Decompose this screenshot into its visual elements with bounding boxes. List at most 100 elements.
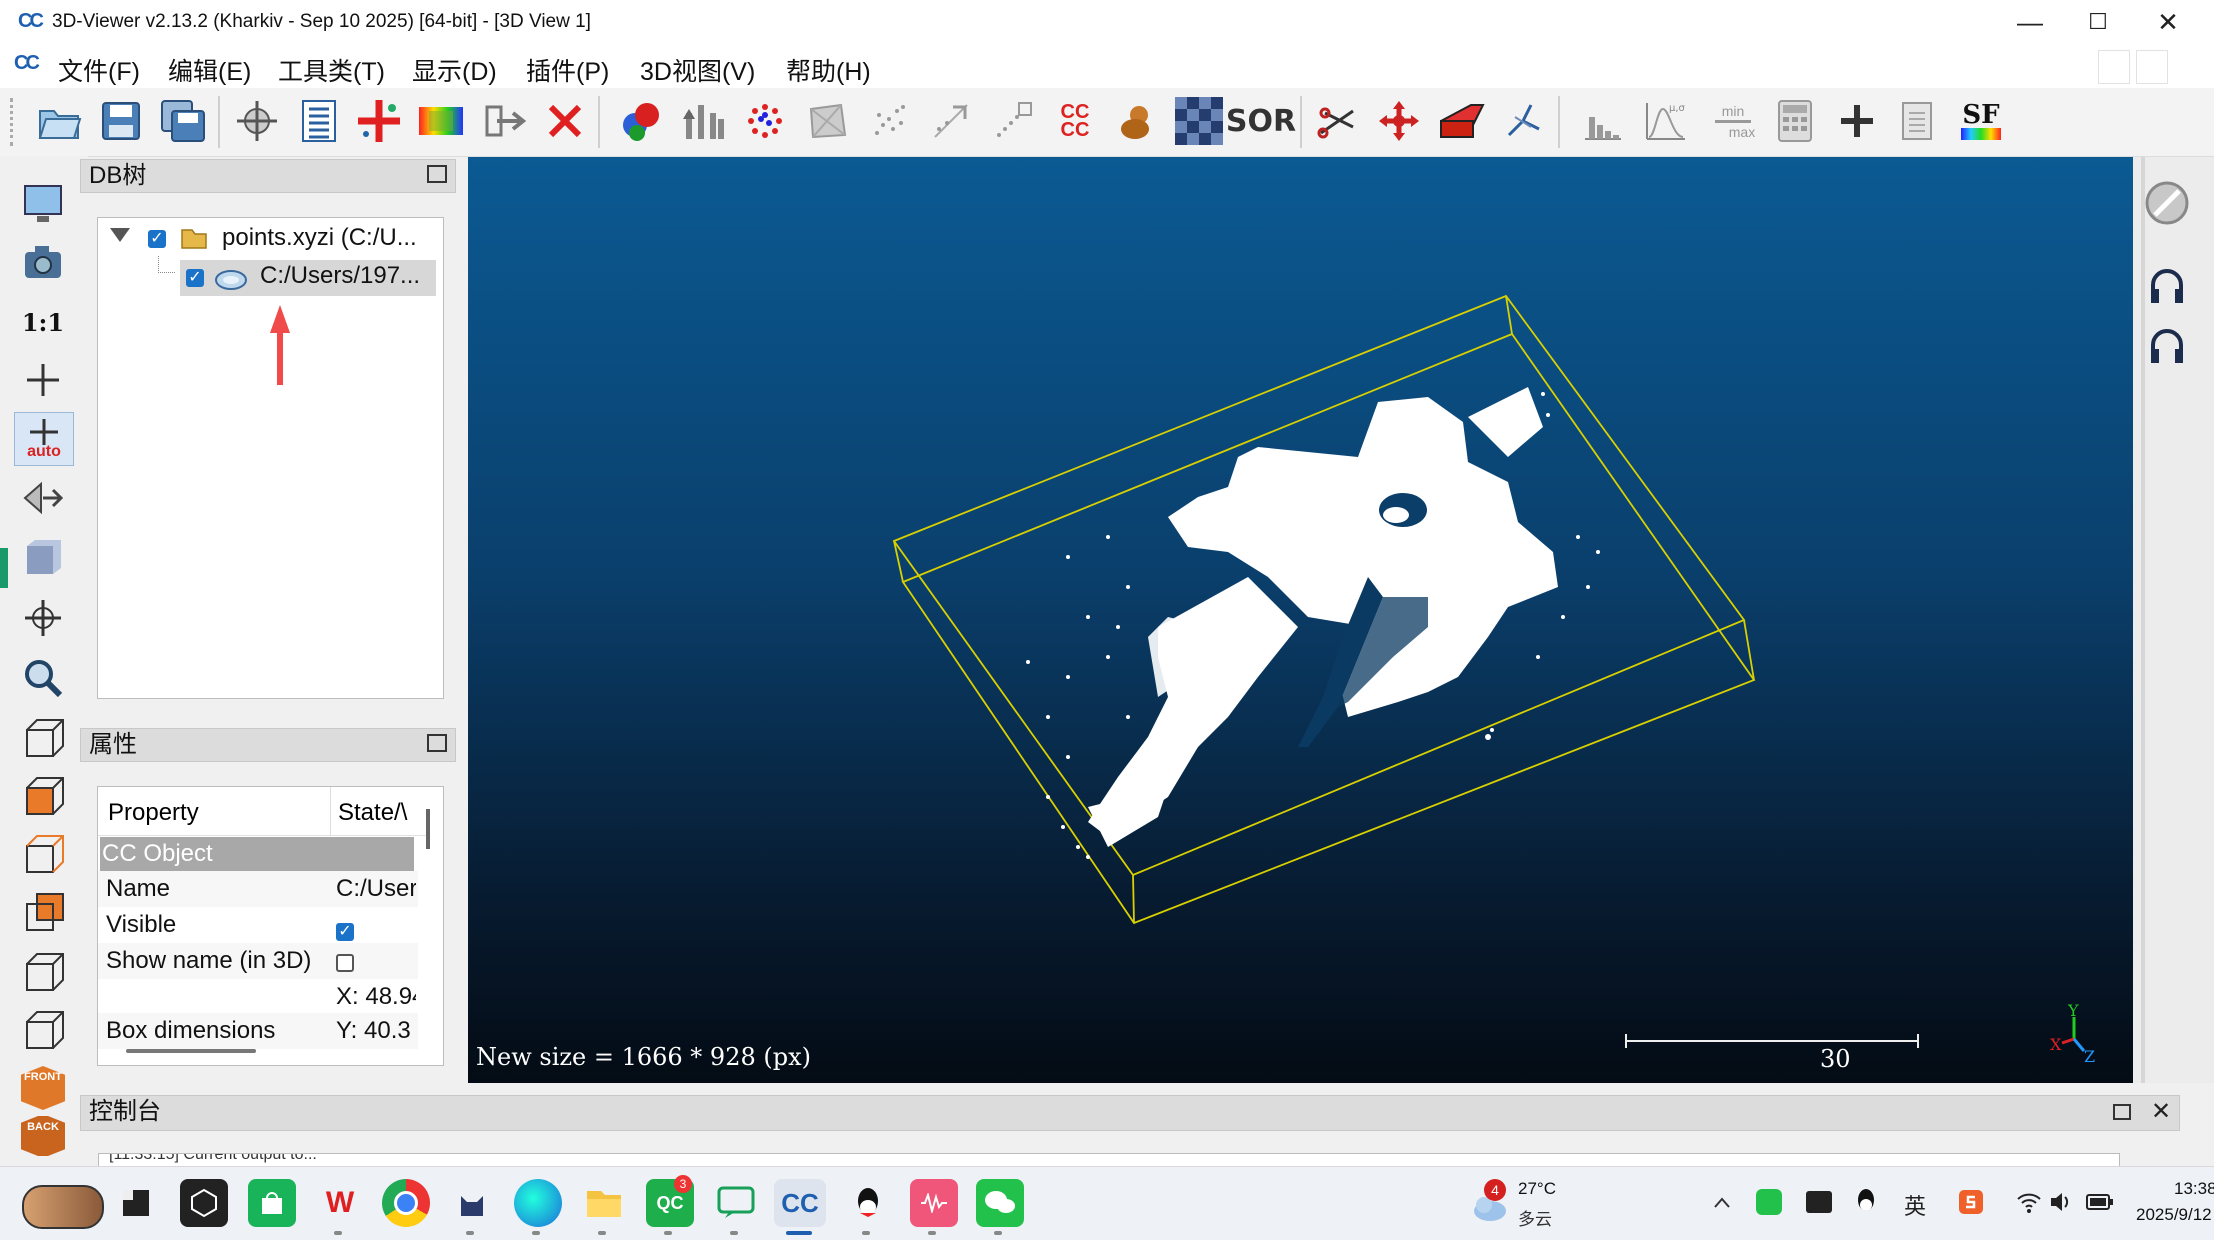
scissors-icon[interactable]	[1310, 94, 1364, 148]
menu-file[interactable]: 文件(F)	[58, 52, 140, 88]
volume-icon[interactable]	[2048, 1189, 2074, 1215]
menu-help[interactable]: 帮助(H)	[786, 52, 871, 88]
camera-icon[interactable]	[14, 236, 72, 288]
property-row-name[interactable]: Name C:/User	[98, 871, 418, 907]
tray-app-icon[interactable]	[1806, 1191, 1832, 1213]
zoom-icon[interactable]	[14, 652, 72, 704]
calculator-icon[interactable]	[1768, 94, 1822, 148]
auto-pivot-button[interactable]: auto	[14, 412, 74, 466]
pick-rotation-center-icon[interactable]	[230, 94, 284, 148]
save-icon[interactable]	[94, 94, 148, 148]
qq-icon[interactable]	[844, 1179, 892, 1227]
disable-icon[interactable]	[2143, 179, 2191, 227]
battery-icon[interactable]	[2086, 1193, 2114, 1211]
sample-points-icon[interactable]	[738, 94, 792, 148]
wechat-icon[interactable]	[976, 1179, 1024, 1227]
display-icon[interactable]	[14, 178, 72, 230]
toolbar-grip[interactable]	[10, 98, 17, 146]
front-view-button[interactable]: FRONT	[14, 1062, 72, 1114]
save-all-icon[interactable]	[156, 94, 210, 148]
audio-app-icon[interactable]	[910, 1179, 958, 1227]
point-cloud-render[interactable]	[468, 157, 2133, 1083]
minimize-button[interactable]: —	[2000, 6, 2060, 38]
clock-time[interactable]: 13:38	[2174, 1179, 2214, 1199]
cat-app-icon[interactable]	[448, 1179, 496, 1227]
plane-icon[interactable]	[1434, 94, 1488, 148]
checkerboard-icon[interactable]	[1172, 94, 1226, 148]
segment-exit-icon[interactable]	[478, 94, 532, 148]
sf-color-scale-icon[interactable]: SF	[1954, 94, 2008, 148]
edge-icon[interactable]	[514, 1179, 562, 1227]
menu-restore-button[interactable]	[2098, 50, 2130, 84]
sor-filter-icon[interactable]: SOR	[1226, 94, 1296, 148]
menu-tools[interactable]: 工具类(T)	[278, 52, 385, 88]
statue-icon[interactable]	[1110, 94, 1164, 148]
chrome-icon[interactable]	[382, 1179, 430, 1227]
tray-qq-icon[interactable]	[1854, 1187, 1878, 1217]
dbtree-float-button[interactable]	[427, 165, 447, 183]
menu-edit[interactable]: 编辑(E)	[168, 52, 251, 88]
translate-cross-icon[interactable]	[352, 94, 406, 148]
rgb-color-icon[interactable]	[414, 94, 468, 148]
ccc-compare-icon[interactable]: CC CC	[1048, 94, 1102, 148]
tree-root-label[interactable]: points.xyzi (C:/U...	[222, 224, 417, 252]
clipboard-icon[interactable]	[1890, 94, 1944, 148]
properties-vscrollbar[interactable]	[426, 809, 430, 849]
headphones-icon[interactable]	[2147, 267, 2187, 307]
crosshair-icon[interactable]	[14, 354, 72, 406]
box-view-icon[interactable]	[14, 532, 72, 584]
wifi-icon[interactable]	[2016, 1189, 2042, 1215]
list-icon[interactable]	[292, 94, 346, 148]
menu-3dview[interactable]: 3D视图(V)	[640, 52, 755, 88]
perspective-icon[interactable]	[14, 472, 72, 524]
zoom-1-1-button[interactable]: 1:1	[14, 296, 72, 348]
terminal-icon[interactable]	[112, 1179, 160, 1227]
3d-view[interactable]: New size = 1666 * 928 (px) 30 Y X Z	[468, 157, 2133, 1083]
property-row-box-dimensions[interactable]: Box dimensions Y: 40.3	[98, 1013, 418, 1049]
min-max-icon[interactable]: min max	[1706, 94, 1760, 148]
console-close-button[interactable]: ✕	[2151, 1096, 2171, 1128]
clock-date[interactable]: 2025/9/12	[2136, 1205, 2212, 1225]
wallpaper-app-icon[interactable]	[22, 1185, 104, 1229]
root-checkbox[interactable]: ✓	[148, 230, 166, 248]
add-icon[interactable]	[1830, 94, 1884, 148]
panel-splitter[interactable]	[456, 159, 468, 1083]
delete-icon[interactable]	[538, 94, 592, 148]
view-top-icon[interactable]	[14, 712, 72, 764]
back-view-button[interactable]: BACK	[14, 1116, 72, 1156]
tree-child-label[interactable]: C:/Users/197...	[260, 262, 420, 290]
property-row-visible[interactable]: Visible ✓	[98, 907, 418, 943]
properties-float-button[interactable]	[427, 734, 447, 752]
register-icon[interactable]	[614, 94, 668, 148]
crop-icon[interactable]	[924, 94, 978, 148]
move-cross-icon[interactable]	[14, 592, 72, 644]
tray-wechat-icon[interactable]	[1756, 1189, 1782, 1215]
move-icon[interactable]	[1372, 94, 1426, 148]
extract-icon[interactable]	[676, 94, 730, 148]
wps-icon[interactable]: W	[316, 1179, 364, 1227]
expand-arrow-icon[interactable]	[110, 228, 130, 242]
axes-icon[interactable]	[1496, 94, 1550, 148]
close-button[interactable]: ✕	[2138, 6, 2198, 38]
tray-s-icon[interactable]	[1958, 1189, 1984, 1215]
property-row-show-name[interactable]: Show name (in 3D)	[98, 943, 418, 979]
noise-icon[interactable]	[986, 94, 1040, 148]
property-column-header[interactable]: Property	[108, 799, 199, 827]
tree-child-row[interactable]: ✓ C:/Users/197...	[180, 260, 436, 296]
subsample-icon[interactable]	[862, 94, 916, 148]
state-column-header[interactable]: State/\	[338, 799, 407, 827]
open-folder-icon[interactable]	[32, 94, 86, 148]
properties-hscrollbar[interactable]	[126, 1049, 256, 1053]
mesh-icon[interactable]	[800, 94, 854, 148]
child-checkbox[interactable]: ✓	[186, 269, 204, 287]
menu-display[interactable]: 显示(D)	[412, 52, 497, 88]
cube-app-icon[interactable]	[180, 1179, 228, 1227]
gaussian-icon[interactable]: μ,σ	[1638, 94, 1692, 148]
menu-close-button[interactable]	[2136, 50, 2168, 84]
menu-plugins[interactable]: 插件(P)	[526, 52, 609, 88]
view-left-icon[interactable]	[14, 828, 72, 880]
cloudcompare-icon[interactable]: CC	[774, 1179, 826, 1227]
chevron-up-icon[interactable]	[1712, 1193, 1732, 1213]
view-bottom-icon[interactable]	[14, 1004, 72, 1056]
show-name-checkbox[interactable]	[336, 954, 354, 972]
